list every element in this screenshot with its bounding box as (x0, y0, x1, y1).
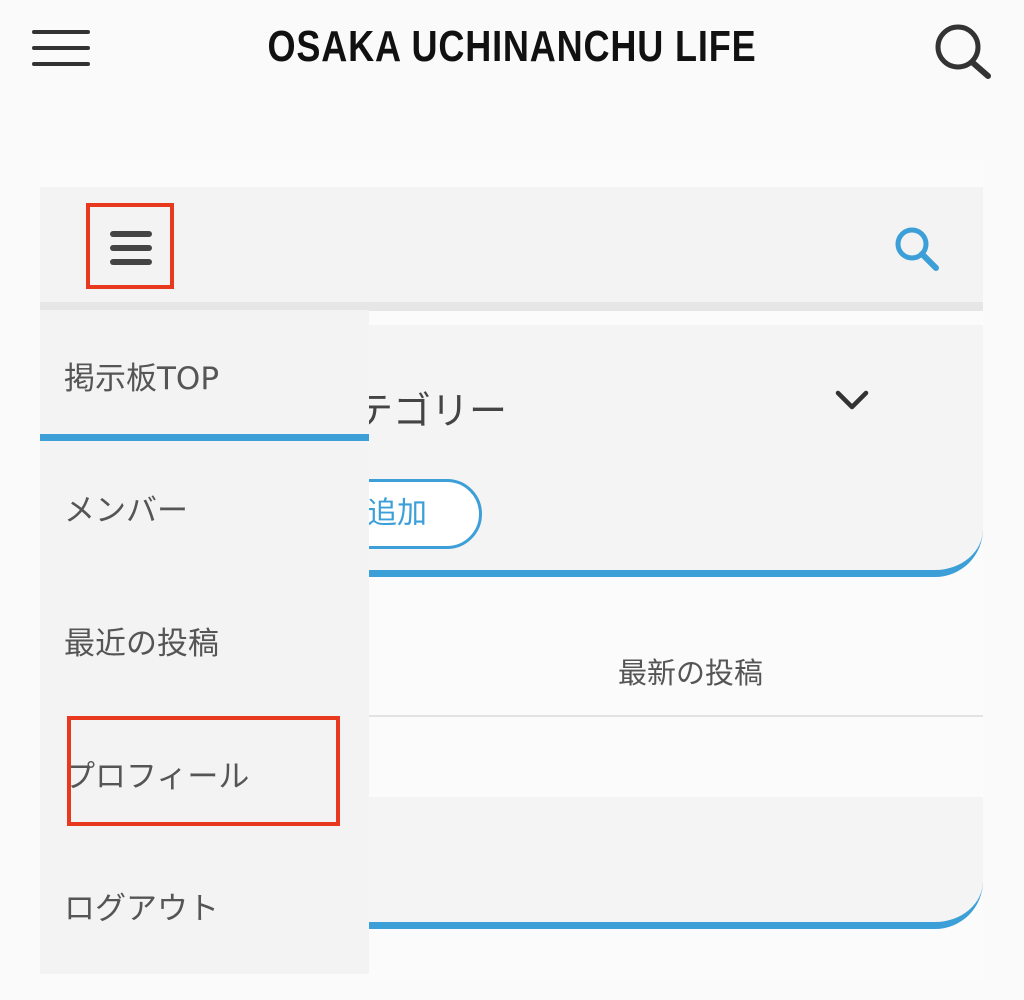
active-indicator (40, 434, 369, 441)
forum-menu-button[interactable] (86, 203, 174, 289)
site-title[interactable]: OSAKA UCHINANCHU LIFE (92, 22, 932, 72)
profile-highlight-box (67, 716, 340, 826)
category-label: テゴリー (355, 389, 508, 433)
menu-item-logout[interactable]: ログアウト (64, 883, 219, 928)
site-search-icon[interactable] (932, 22, 994, 80)
menu-item-board-top[interactable]: 掲示板TOP (64, 353, 219, 398)
latest-posts-label[interactable]: 最新の投稿 (618, 650, 763, 692)
forum-search-icon[interactable] (892, 224, 942, 274)
menu-item-recent-posts[interactable]: 最近の投稿 (64, 618, 219, 663)
chevron-down-icon[interactable] (832, 385, 872, 415)
site-menu-hamburger-icon[interactable] (32, 28, 90, 68)
forum-toolbar (40, 187, 983, 302)
menu-item-members[interactable]: メンバー (64, 485, 188, 530)
